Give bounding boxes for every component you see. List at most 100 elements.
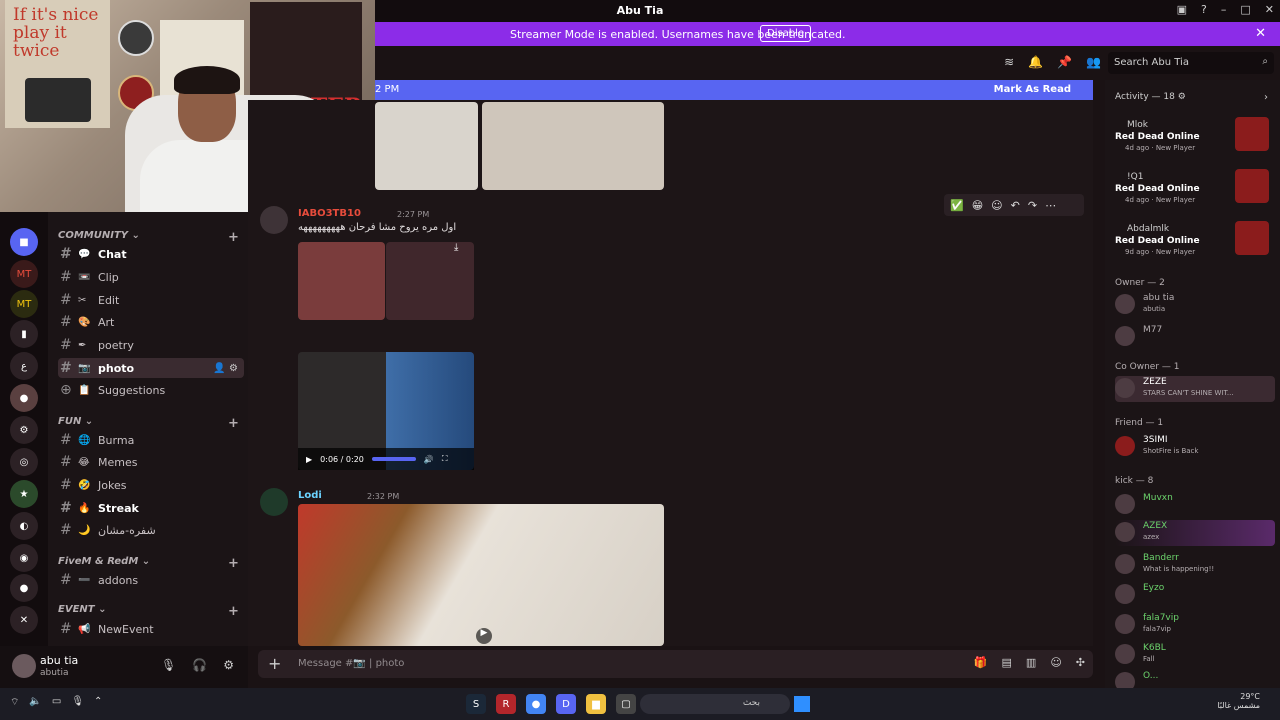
channel-photo[interactable]: # 📷 photo 👤 ⚙ — [58, 358, 244, 378]
server-icon[interactable]: ⚙ — [10, 416, 38, 444]
bell-icon[interactable]: 🔔 — [1028, 55, 1043, 69]
reply-icon[interactable]: ↶ — [1011, 199, 1020, 212]
gear-icon[interactable]: ⚙ — [223, 658, 234, 672]
message-composer[interactable]: + Message #📷 | photo 🎁 ▤ ▥ ☺ ✣ — [258, 650, 1093, 678]
add-channel-icon[interactable]: + — [228, 230, 239, 245]
member-item[interactable]: Muvxn — [1115, 492, 1275, 518]
member-item[interactable]: AZEX azex — [1115, 520, 1275, 546]
server-icon[interactable]: ● — [10, 574, 38, 602]
taskbar-search[interactable]: بحث — [640, 694, 790, 714]
search-input[interactable]: Search Abu Tia ⌕ — [1108, 52, 1274, 74]
channel-settings-icon[interactable]: 👤 ⚙ — [213, 363, 238, 374]
mark-as-read-button[interactable]: Mark As Read — [994, 84, 1071, 95]
member-item[interactable]: fala7vip fala7vip — [1115, 612, 1275, 638]
channel-jokes[interactable]: # 🤣 Jokes — [58, 475, 244, 495]
windows-start-icon[interactable] — [794, 696, 810, 712]
folder-icon[interactable]: ▆ — [586, 694, 606, 714]
attachment-image[interactable] — [375, 102, 478, 190]
close-icon[interactable]: ✕ — [1265, 3, 1274, 16]
category-event[interactable]: EVENT ⌄ + — [58, 604, 239, 619]
avatar[interactable] — [12, 654, 36, 678]
member-item[interactable]: Banderr What is happening!! — [1115, 552, 1275, 578]
chevron-up-icon[interactable]: ⌃ — [94, 696, 102, 709]
download-icon[interactable]: ⤓ — [454, 242, 458, 253]
weather-widget[interactable]: 29°C مشمس غالبًا — [1217, 692, 1260, 710]
server-icon[interactable]: ✕ — [10, 606, 38, 634]
channel-suggestions[interactable]: ⊕ 📋 Suggestions — [58, 380, 244, 400]
threads-icon[interactable]: ≋ — [1004, 55, 1014, 69]
banner-close-icon[interactable]: ✕ — [1255, 26, 1266, 41]
add-channel-icon[interactable]: + — [228, 556, 239, 571]
emoji-icon[interactable]: ☺ — [1050, 656, 1061, 669]
fullscreen-icon[interactable]: ⛶ — [442, 454, 448, 464]
microphone-icon[interactable]: 🎙 — [161, 658, 176, 672]
video-progress[interactable] — [371, 457, 416, 461]
rockstar-icon[interactable]: R — [496, 694, 516, 714]
avatar[interactable] — [260, 206, 288, 234]
mic-icon[interactable]: 🎙 — [71, 696, 84, 709]
check-reaction-icon[interactable]: ✅ — [950, 199, 964, 212]
members-icon[interactable]: 👥 — [1086, 55, 1101, 69]
forward-icon[interactable]: ↷ — [1028, 199, 1037, 212]
channel-burma[interactable]: # 🌐 Burma — [58, 430, 244, 450]
channel-newevent[interactable]: # 📢 NewEvent — [58, 619, 244, 639]
category-community[interactable]: COMMUNITY ⌄ + — [58, 230, 239, 245]
category-fun[interactable]: FUN ⌄ + — [58, 416, 239, 431]
activity-header[interactable]: Activity — 18 ⚙ — [1115, 92, 1186, 102]
channel-memes[interactable]: # 😂 Memes — [58, 452, 244, 472]
gif-icon[interactable]: ▤ — [1002, 656, 1012, 669]
apps-icon[interactable]: ✣ — [1076, 656, 1085, 669]
add-channel-icon[interactable]: + — [228, 604, 239, 619]
channel-chat[interactable]: # 💬 Chat — [58, 244, 244, 264]
maximize-icon[interactable]: □ — [1240, 3, 1250, 16]
member-item[interactable]: Eyzo — [1115, 582, 1275, 608]
channel-edit[interactable]: # ✂ Edit — [58, 290, 244, 310]
minimize-icon[interactable]: – — [1221, 3, 1227, 16]
inbox-icon[interactable]: ▣ — [1177, 3, 1187, 16]
server-icon[interactable]: ع — [10, 352, 38, 380]
play-icon[interactable]: ▶ — [306, 455, 312, 464]
message-input[interactable]: Message #📷 | photo — [298, 658, 404, 669]
more-icon[interactable]: ⋯ — [1045, 199, 1056, 212]
volume-icon[interactable]: 🔈 — [29, 696, 41, 709]
server-icon-home[interactable]: ■ — [10, 228, 38, 256]
channel-art[interactable]: # 🎨 Art — [58, 312, 244, 332]
server-icon-mt2[interactable]: MT — [10, 290, 38, 318]
message-author[interactable]: Lodi — [298, 490, 322, 501]
member-item[interactable]: 3SIMI ShotFire is Back — [1115, 434, 1275, 460]
add-reaction-icon[interactable]: ☺ — [991, 199, 1002, 212]
chrome-icon[interactable]: ● — [526, 694, 546, 714]
server-icon[interactable]: ★ — [10, 480, 38, 508]
member-item[interactable]: K6BL Fall — [1115, 642, 1275, 668]
server-icon-mt[interactable]: MT — [10, 260, 38, 288]
attach-icon[interactable]: + — [268, 654, 281, 673]
activity-card[interactable]: Mlok Red Dead Online 4d ago · New Player — [1115, 117, 1275, 160]
volume-icon[interactable]: 🔊 — [424, 455, 434, 464]
attachment-image[interactable] — [482, 102, 664, 190]
activity-card[interactable]: !Q1 Red Dead Online 4d ago · New Player — [1115, 169, 1275, 212]
battery-icon[interactable]: ▭ — [52, 696, 61, 709]
attachment-image[interactable] — [386, 242, 474, 320]
gift-icon[interactable]: 🎁 — [974, 656, 988, 669]
help-icon[interactable]: ? — [1201, 3, 1207, 16]
avatar[interactable] — [260, 488, 288, 516]
channel-streak[interactable]: # 🔥 Streak — [58, 498, 244, 518]
chevron-right-icon[interactable]: › — [1264, 92, 1268, 103]
member-item[interactable]: ZEZE STARS CAN'T SHINE WIT... — [1115, 376, 1275, 402]
member-item[interactable]: abu tia abutia — [1115, 292, 1275, 318]
emoji-reaction-icon[interactable]: 😁 — [972, 199, 983, 212]
wifi-icon[interactable]: ⌔ — [10, 696, 19, 709]
category-fivem[interactable]: FiveM & RedM ⌄ + — [58, 556, 239, 571]
headphones-icon[interactable]: 🎧 — [192, 658, 207, 672]
member-item[interactable]: M77 — [1115, 324, 1275, 350]
server-icon[interactable]: ◐ — [10, 512, 38, 540]
pin-icon[interactable]: 📌 — [1057, 55, 1072, 69]
sticker-icon[interactable]: ▥ — [1026, 656, 1036, 669]
app-icon[interactable]: ▢ — [616, 694, 636, 714]
channel-arabic[interactable]: # 🌙 ﺷﻔﺮه-ﻣﺸﺎﻥ — [58, 520, 244, 540]
play-icon[interactable]: ▶ — [476, 628, 492, 644]
member-item[interactable]: O... — [1115, 670, 1275, 688]
disable-button[interactable]: Disable — [760, 25, 812, 42]
server-icon[interactable]: ◎ — [10, 448, 38, 476]
channel-poetry[interactable]: # ✒ poetry — [58, 335, 244, 355]
